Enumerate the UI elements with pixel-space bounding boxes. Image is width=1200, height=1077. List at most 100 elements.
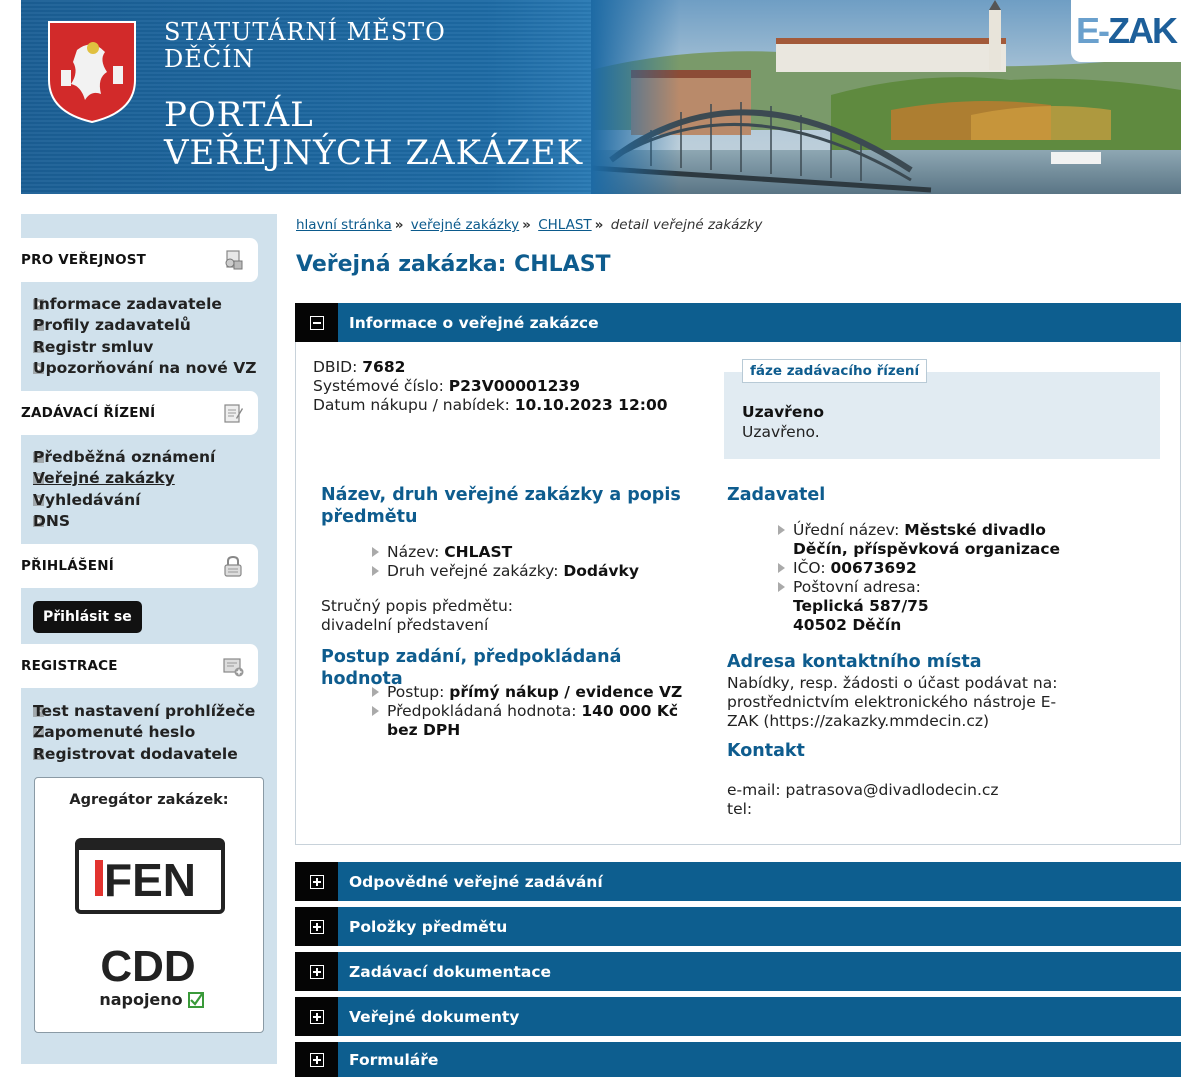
name-item: Název: CHLAST: [371, 543, 691, 562]
minus-box-icon: [309, 315, 324, 330]
dbid-label: DBID:: [313, 358, 358, 376]
section-header-info[interactable]: Informace o veřejné zakázce: [295, 303, 1181, 342]
collapse-toggle[interactable]: [295, 303, 338, 342]
portal-title-line2: VEŘEJNÝCH ZAKÁZEK: [164, 133, 584, 173]
section-header-subject-items[interactable]: Položky předmětu: [295, 907, 1181, 946]
section-title: Zadávací dokumentace: [349, 962, 552, 981]
section-title: Položky předmětu: [349, 917, 508, 936]
city-name-line2: DĚČÍN: [164, 45, 255, 73]
sidebar-heading-label: PŘIHLÁŠENÍ: [21, 558, 114, 574]
ezak-logo[interactable]: E- ZAK: [1071, 0, 1181, 62]
sidebar-item-forgotten-password[interactable]: Zapomenuté heslo: [33, 722, 195, 743]
type-value: Dodávky: [563, 562, 639, 580]
breadcrumb-tender-link[interactable]: CHLAST: [538, 217, 591, 233]
ezak-logo-zak: ZAK: [1108, 10, 1178, 51]
public-info-icon: [225, 250, 243, 270]
site-header: STATUTÁRNÍ MĚSTO DĚČÍN PORTÁL VEŘEJNÝCH …: [21, 0, 1181, 194]
expand-toggle[interactable]: [295, 862, 338, 901]
procedure-value: přímý nákup / evidence VZ: [449, 683, 683, 701]
contact-place-heading: Adresa kontaktního místa: [727, 652, 982, 672]
sidebar-list-procurement: Předběžná oznámení Veřejné zakázky Vyhle…: [33, 447, 215, 532]
section-header-responsible-procurement[interactable]: Odpovědné veřejné zadávání: [295, 862, 1181, 901]
ico-item: IČO: 00673692: [777, 559, 1097, 578]
phase-box: fáze zadávacího řízení Uzavřeno Uzavřeno…: [724, 359, 1160, 459]
expand-toggle[interactable]: [295, 952, 338, 991]
cdd-logo-subtitle: napojeno: [99, 990, 182, 1009]
aggregator-title: Agregátor zakázek:: [69, 792, 229, 808]
sidebar: PRO VEŘEJNOST Informace zadavatele Profi…: [21, 214, 277, 1064]
section-header-forms[interactable]: Formuláře: [295, 1042, 1181, 1077]
phase-status: Uzavřeno: [742, 403, 825, 421]
cdd-logo[interactable]: CDD napojeno: [83, 943, 213, 1013]
sidebar-heading-label: ZADÁVACÍ ŘÍZENÍ: [21, 405, 156, 421]
sidebar-heading-login: PŘIHLÁŠENÍ: [21, 544, 258, 588]
contact-phone: tel:: [727, 800, 753, 818]
address-line1: Teplická 587/75: [793, 597, 929, 615]
plus-box-icon: [309, 964, 324, 979]
sidebar-heading-procurement: ZADÁVACÍ ŘÍZENÍ: [21, 391, 258, 435]
description-label: Stručný popis předmětu:: [321, 597, 514, 615]
section-title: Veřejné dokumenty: [349, 1007, 520, 1026]
breadcrumb-tenders-link[interactable]: veřejné zakázky: [411, 217, 519, 233]
fen-logo-text: FEN: [104, 854, 196, 906]
sidebar-item-contract-register[interactable]: Registr smluv: [33, 337, 153, 358]
contact-heading: Kontakt: [727, 741, 805, 761]
city-name-line1: STATUTÁRNÍ MĚSTO: [164, 18, 446, 46]
name-value: CHLAST: [444, 543, 513, 561]
sidebar-item-prior-notices[interactable]: Předběžná oznámení: [33, 447, 215, 468]
procedure-list: Postup: přímý nákup / evidence VZ Předpo…: [371, 683, 696, 740]
sidebar-heading-public: PRO VEŘEJNOST: [21, 238, 258, 282]
sidebar-item-dns[interactable]: DNS: [33, 511, 70, 532]
section-header-tender-documentation[interactable]: Zadávací dokumentace: [295, 952, 1181, 991]
sidebar-item-authority-profiles[interactable]: Profily zadavatelů: [33, 315, 191, 336]
sidebar-item-new-tender-alerts[interactable]: Upozorňování na nové VZ: [33, 358, 256, 379]
purchase-date-value: 10.10.2023 12:00: [514, 396, 668, 414]
breadcrumb-separator: »: [394, 217, 404, 233]
expand-toggle[interactable]: [295, 997, 338, 1036]
contracting-authority-list: Úřední název: Městské divadlo Děčín, pří…: [777, 521, 1097, 635]
contact-email: e-mail: patrasova@divadlodecin.cz: [727, 781, 999, 799]
breadcrumb-separator: »: [594, 217, 604, 233]
postal-address-item: Poštovní adresa: Teplická 587/75 40502 Děč…: [777, 578, 1097, 635]
section-header-public-documents[interactable]: Veřejné dokumenty: [295, 997, 1181, 1036]
fen-logo[interactable]: FEN: [75, 838, 225, 914]
breadcrumb-current: detail veřejné zakázky: [610, 217, 763, 233]
info-panel: DBID: 7682 Systémové číslo: P23V00001239…: [295, 342, 1181, 845]
sidebar-list-registration: Test nastavení prohlížeče Zapomenuté hes…: [33, 701, 255, 765]
sidebar-item-contracting-authority-info[interactable]: Informace zadavatele: [33, 294, 222, 315]
sidebar-list-public: Informace zadavatele Profily zadavatelů …: [33, 294, 256, 379]
dbid-row: DBID: 7682: [313, 358, 405, 376]
phase-note: Uzavřeno.: [742, 423, 820, 441]
breadcrumb-home-link[interactable]: hlavní stránka: [296, 217, 392, 233]
login-button[interactable]: Přihlásit se: [33, 601, 142, 633]
system-number-label: Systémové číslo:: [313, 377, 444, 395]
name-type-list: Název: CHLAST Druh veřejné zakázky: Dodá…: [371, 543, 691, 581]
plus-box-icon: [309, 919, 324, 934]
plus-box-icon: [309, 1009, 324, 1024]
plus-box-icon: [309, 874, 324, 889]
page-title: Veřejná zakázka: CHLAST: [296, 252, 611, 277]
ico-value: 00673692: [830, 559, 917, 577]
system-number-value: P23V00001239: [448, 377, 580, 395]
expand-toggle[interactable]: [295, 907, 338, 946]
section-title: Formuláře: [349, 1050, 439, 1069]
breadcrumb-separator: »: [522, 217, 531, 233]
sidebar-item-search[interactable]: Vyhledávání: [33, 490, 140, 511]
contracting-authority-heading: Zadavatel: [727, 485, 826, 505]
sidebar-item-register-supplier[interactable]: Registrovat dodavatele: [33, 744, 238, 765]
expand-toggle[interactable]: [295, 1042, 338, 1077]
ezak-logo-e: E-: [1076, 10, 1110, 51]
register-icon: [223, 658, 244, 677]
contact-place-text: Nabídky, resp. žádosti o účast podávat n…: [727, 674, 1058, 730]
estimated-value-item: Předpokládaná hodnota: 140 000 Kč bez DP…: [371, 702, 696, 740]
system-number-row: Systémové číslo: P23V00001239: [313, 377, 580, 395]
sidebar-item-browser-test[interactable]: Test nastavení prohlížeče: [33, 701, 255, 722]
aggregator-box: Agregátor zakázek: FEN CDD napojeno: [34, 777, 264, 1033]
purchase-date-row: Datum nákupu / nabídek: 10.10.2023 12:00: [313, 396, 668, 414]
city-coat-of-arms: [48, 21, 136, 124]
portal-title-line1: PORTÁL: [164, 95, 314, 135]
sidebar-item-public-tenders[interactable]: Veřejné zakázky: [33, 468, 175, 489]
name-type-heading: Název, druh veřejné zakázky a popis před…: [321, 485, 681, 527]
phase-tab: fáze zadávacího řízení: [742, 359, 928, 383]
procedure-item: Postup: přímý nákup / evidence VZ: [371, 683, 696, 702]
